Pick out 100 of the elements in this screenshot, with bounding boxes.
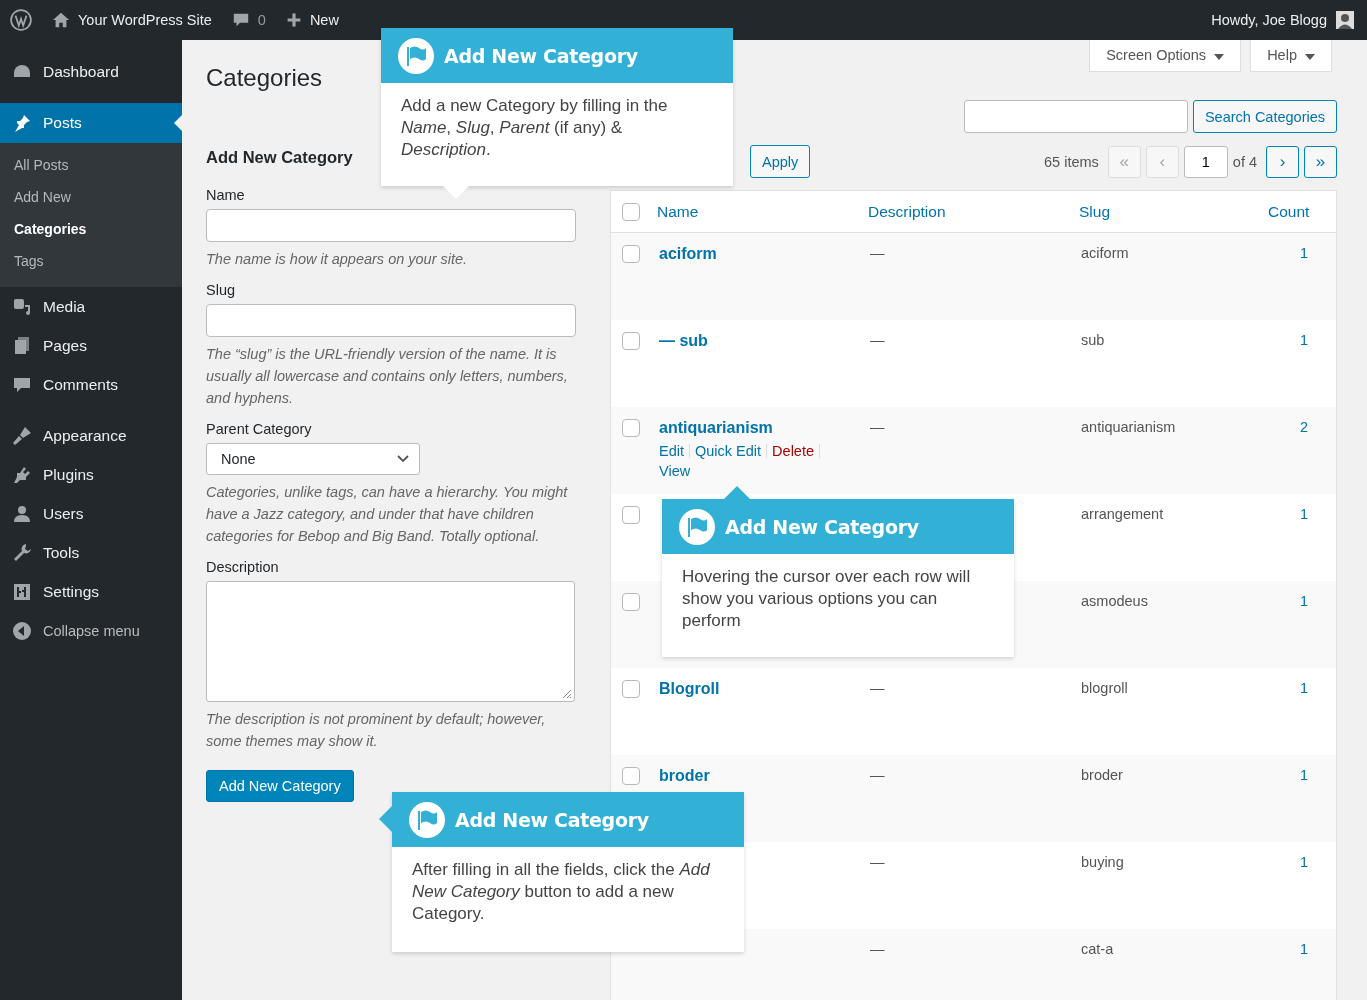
new-link[interactable]: New [285, 12, 339, 28]
pages-icon [12, 335, 32, 356]
slug-cell: arrangement [1081, 506, 1164, 522]
row-action-link[interactable]: Quick Edit [695, 443, 762, 459]
sidebar-menu-item[interactable]: Dashboard [0, 52, 182, 91]
category-name-link[interactable]: — sub [659, 332, 708, 349]
site-name-link[interactable]: Your WordPress Site [52, 11, 212, 29]
sidebar-menu-item[interactable]: Users [0, 494, 182, 533]
field-hint: The name is how it appears on your site. [206, 250, 469, 269]
chevron-down-icon [397, 455, 409, 463]
post-count-link[interactable]: 1 [1299, 767, 1309, 783]
add-category-button[interactable]: Add New Category [206, 770, 354, 802]
row-checkbox[interactable] [622, 245, 640, 263]
row-checkbox[interactable] [622, 506, 640, 524]
category-name-link[interactable]: antiquarianism [659, 419, 773, 436]
pointer-title: Add New Category [725, 515, 919, 538]
sidebar-menu-item[interactable]: Tools [0, 533, 182, 572]
page-title: Categories [206, 64, 323, 92]
plus-icon [285, 12, 302, 28]
parent-select[interactable]: None [206, 443, 420, 475]
sidebar-menu-item[interactable]: Posts [0, 103, 182, 143]
row-action-link[interactable]: View [659, 463, 691, 479]
pointer-text: Hovering the cursor over each row will show you various options you can perform [681, 566, 972, 632]
search-button[interactable]: Search Categories [1192, 100, 1337, 133]
post-count-link[interactable]: 1 [1299, 854, 1309, 870]
category-name-link[interactable]: aciform [659, 245, 717, 262]
select-all-checkbox[interactable] [622, 202, 640, 221]
sidebar-menu-item[interactable]: Settings [0, 572, 182, 611]
slug-cell: asmodeus [1081, 593, 1148, 609]
post-count-link[interactable]: 2 [1299, 419, 1309, 435]
sidebar-menu-item[interactable]: Media [0, 287, 182, 326]
flag-icon [409, 801, 445, 838]
row-checkbox[interactable] [622, 419, 640, 437]
collapse-icon [12, 620, 32, 641]
field-hint: Categories, unlike tags, can have a hierarchy. You might have a Jazz category, and under that have children categories for Bebop and Big Band. Totally optional. [206, 483, 569, 546]
apply-button[interactable]: Apply [750, 145, 811, 178]
sidebar-menu-item[interactable]: Comments [0, 365, 182, 404]
description-cell: — [870, 854, 885, 870]
sidebar-menu-item[interactable]: Collapse menu [0, 611, 182, 650]
submenu-item[interactable]: All Posts [0, 151, 182, 183]
avatar-icon [1335, 10, 1355, 30]
caret-down-icon [1305, 53, 1315, 60]
text-input[interactable] [206, 304, 576, 337]
page-total: of 4 [1232, 153, 1257, 170]
row-checkbox[interactable] [622, 767, 640, 785]
caret-down-icon [1214, 53, 1225, 60]
field-label: Slug [206, 282, 236, 298]
slug-cell: sub [1081, 332, 1105, 348]
wordpress-logo-icon[interactable] [10, 9, 32, 31]
slug-cell: cat-a [1081, 941, 1114, 957]
post-count-link[interactable]: 1 [1299, 680, 1309, 696]
description-cell: — [870, 419, 885, 435]
row-checkbox[interactable] [622, 332, 640, 350]
slug-cell: blogroll [1081, 680, 1128, 696]
user-icon [12, 503, 32, 524]
submenu-item[interactable]: Tags [0, 247, 182, 279]
slug-cell: broder [1081, 767, 1123, 783]
resize-grip-icon[interactable] [560, 687, 572, 699]
description-textarea[interactable] [206, 581, 575, 702]
form-heading: Add New Category [206, 148, 353, 167]
plug-icon [12, 464, 32, 485]
post-count-link[interactable]: 1 [1299, 593, 1309, 609]
text-input[interactable] [206, 209, 576, 242]
sidebar-menu-item[interactable]: Appearance [0, 416, 182, 455]
sidebar-menu-item[interactable]: Plugins [0, 455, 182, 494]
category-name-link[interactable]: Blogroll [659, 680, 720, 697]
field-label: Description [206, 559, 279, 575]
row-checkbox[interactable] [622, 593, 640, 611]
row-checkbox[interactable] [622, 680, 640, 698]
submenu-item[interactable]: Categories [0, 215, 182, 247]
column-header[interactable]: Description [868, 202, 946, 220]
search-input[interactable] [963, 100, 1188, 133]
post-count-link[interactable]: 1 [1299, 506, 1309, 522]
sidebar-menu-item[interactable]: Pages [0, 326, 182, 365]
page-nav-button[interactable]: › [1266, 145, 1299, 178]
post-count-link[interactable]: 1 [1299, 245, 1309, 261]
column-header[interactable]: Name [657, 202, 699, 220]
page-number-input[interactable]: 1 [1183, 145, 1228, 178]
slug-cell: buying [1081, 854, 1124, 870]
field-label: Name [206, 187, 245, 203]
pin-icon [12, 113, 32, 133]
comments-link[interactable]: 0 [231, 11, 266, 29]
post-count-link[interactable]: 1 [1299, 941, 1309, 957]
field-hint: The “slug” is the URL-friendly version of the name. It is usually all lowercase and contains only letters, numbers, and hyphens. [206, 345, 569, 408]
post-count-link[interactable]: 1 [1299, 332, 1309, 348]
flag-icon [679, 508, 715, 545]
row-action-link[interactable]: Delete [772, 443, 814, 459]
media-icon [12, 296, 32, 317]
home-icon [52, 11, 70, 29]
screen-meta-button[interactable]: Help [1250, 40, 1332, 72]
screen-meta-button[interactable]: Screen Options [1089, 40, 1242, 72]
row-action-link[interactable]: Edit [659, 443, 684, 459]
slug-cell: antiquarianism [1081, 419, 1176, 435]
account-menu[interactable]: Howdy, Joe Blogg [1211, 10, 1355, 30]
submenu-item[interactable]: Add New [0, 183, 182, 215]
column-header[interactable]: Slug [1079, 202, 1111, 220]
category-name-link[interactable]: broder [659, 767, 710, 784]
field-label: Parent Category [206, 421, 312, 437]
page-nav-button[interactable]: » [1304, 145, 1337, 178]
column-header[interactable]: Count [1268, 202, 1310, 220]
